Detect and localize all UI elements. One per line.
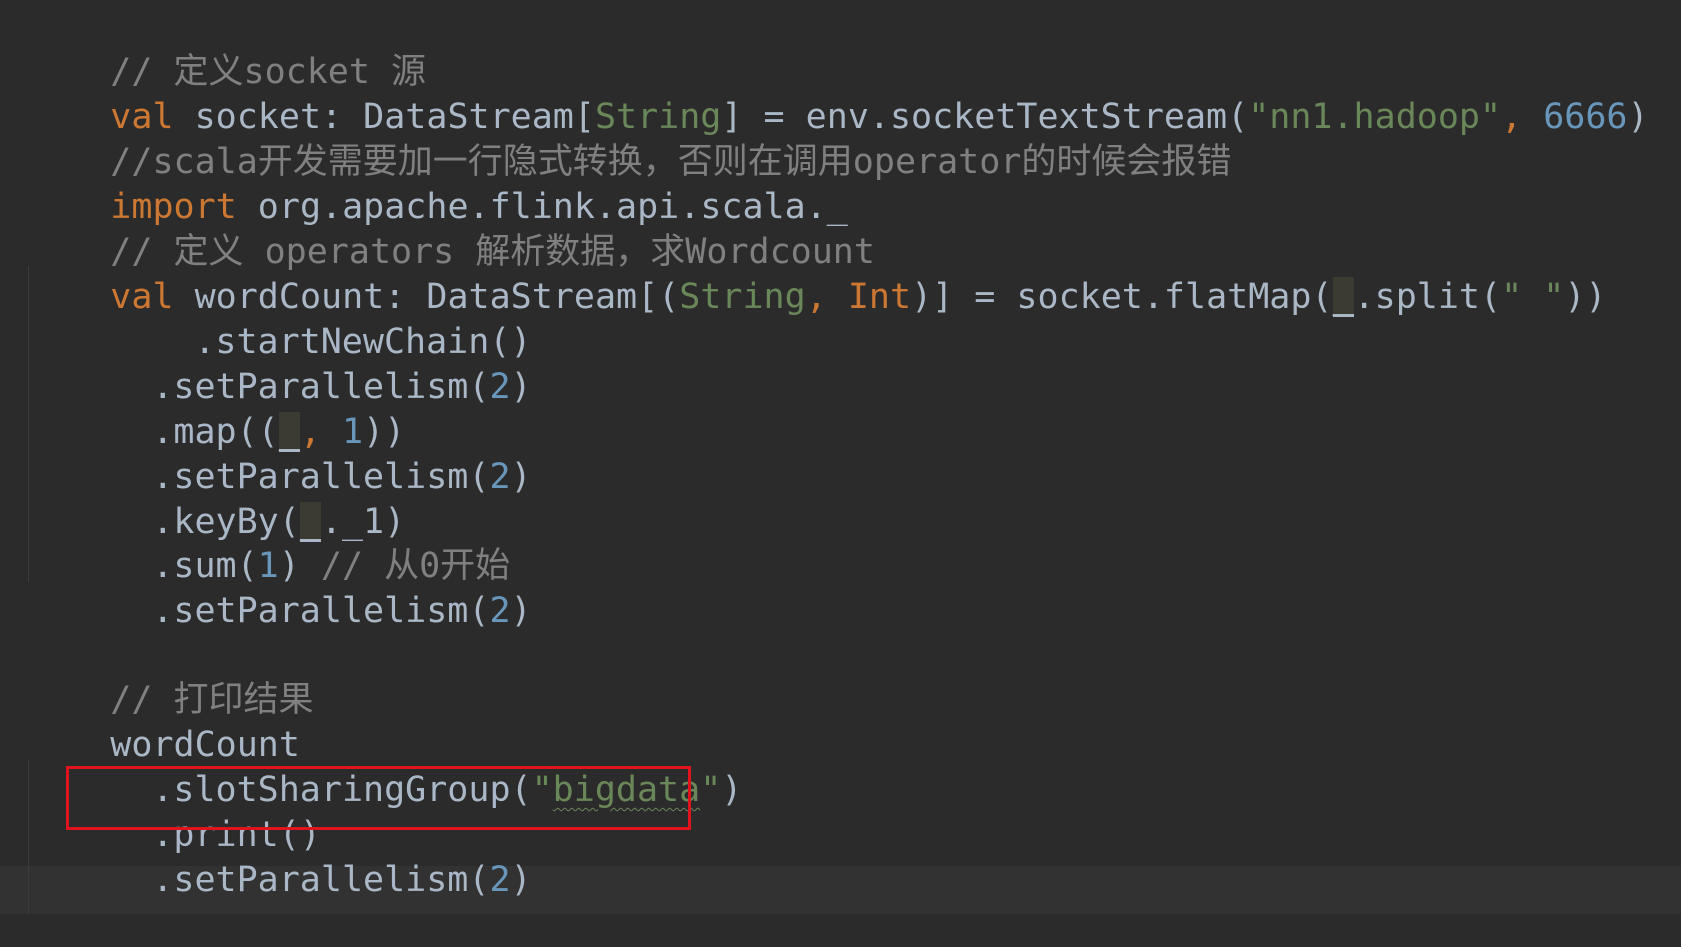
type-name: Int [847,277,912,317]
code-text: )] = socket.flatMap( [911,277,1333,317]
code-line-4[interactable]: import org.apache.flink.api.scala._ [26,135,848,227]
code-line-11[interactable]: .keyBy(_._1) [68,450,405,542]
code-text: ) [510,591,532,631]
code-text: ) [510,860,532,900]
code-text: .setParallelism( [152,591,490,631]
string-quote: " [700,770,722,810]
red-highlight-box [66,766,691,830]
code-text: )) [1564,277,1607,317]
number-literal: 6666 [1543,97,1628,137]
placeholder-param: _ [1332,277,1354,317]
code-line-2[interactable]: val socket: DataStream[String] = env.soc… [26,45,1648,137]
code-line-1[interactable]: // 定义socket 源 [26,0,426,92]
code-line-6[interactable]: val wordCount: DataStream[(String, Int)]… [26,225,1606,317]
code-line-7[interactable]: .startNewChain() [110,270,531,362]
code-line-10[interactable]: .setParallelism(2) [68,405,531,497]
code-text: .setParallelism( [152,860,490,900]
code-line-13[interactable]: .setParallelism(2) [68,539,531,631]
number-literal: 2 [489,860,511,900]
string-literal: " " [1501,277,1565,317]
code-line-16[interactable]: wordCount [26,673,300,765]
code-text: ) [510,457,532,497]
string-literal: "nn1.hadoop" [1248,97,1502,137]
code-line-15[interactable]: // 打印结果 [26,628,313,720]
code-line-8[interactable]: .setParallelism(2) [68,315,531,407]
code-line-5[interactable]: // 定义 operators 解析数据，求Wordcount [26,180,875,272]
code-editor[interactable]: // 定义socket 源 val socket: DataStream[Str… [0,0,1681,947]
code-text: ) [721,770,743,810]
type-name: String [679,277,806,317]
code-line-3[interactable]: //scala开发需要加一行隐式转换，否则在调用operator的时候会报错 [26,90,1231,182]
code-line-17[interactable]: .slotSharingGroup("bigdata") [68,718,742,810]
code-line-9[interactable]: .map((_, 1)) [68,360,405,452]
number-literal: 2 [489,457,511,497]
comma: , [805,277,848,317]
code-text: .split( [1353,277,1502,317]
comma: , [1501,97,1544,137]
code-text: ) [1627,97,1649,137]
code-line-12[interactable]: .sum(1) // 从0开始 [68,494,510,586]
number-literal: 2 [489,367,511,407]
code-text: ) [510,367,532,407]
number-literal: 2 [489,591,511,631]
